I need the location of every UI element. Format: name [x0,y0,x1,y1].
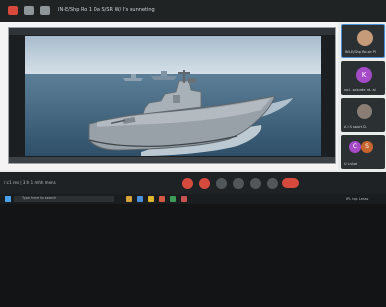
meeting-top-bar: IN-E/Shp Ro 1 0a S/SR W/ I's sunneting [0,0,386,22]
avatar [357,104,372,119]
meeting-screen: IN-E/Shp Ro 1 0a S/SR W/ I's sunneting I… [0,0,386,307]
avatar [357,30,373,46]
chrome-icon[interactable] [170,196,176,202]
avatar: C [349,141,361,153]
present-button[interactable] [233,178,244,189]
microphone-button[interactable] [182,178,193,189]
camera-button[interactable] [199,178,210,189]
participant-name: no.l. solurde rd. al [344,88,376,92]
record-icon[interactable] [8,6,18,15]
search-placeholder: Type here to search [22,196,57,200]
avatar: S [361,141,373,153]
warship-video-image [25,36,321,156]
meeting-controls: r:c1 res | 3:h 1 mhh mens [0,172,386,194]
info-icon[interactable] [40,6,50,15]
window-icon[interactable] [24,6,34,15]
office-icon[interactable] [159,196,165,202]
participant-name: INI-E/Shp Ro.se PI [345,50,376,54]
system-tray-text: IPL tqc Lesss [346,197,369,201]
video-window-footer [9,157,335,163]
windows-start-icon[interactable] [5,196,11,202]
meeting-title: IN-E/Shp Ro 1 0a S/SR W/ I's sunneting [58,7,155,13]
participant-name: U Lniue [344,162,358,166]
control-buttons [182,178,278,189]
window-controls [8,6,50,15]
end-call-button[interactable] [282,178,299,188]
more-options-button[interactable] [267,178,278,189]
participant-tile[interactable]: C S U Lniue [341,135,385,169]
participant-tile[interactable]: A I S sourt D. [341,98,385,132]
avatar: K [356,67,372,83]
windows-taskbar: Type here to search IPL tqc Lesss [0,194,386,204]
video-frame[interactable] [25,36,321,156]
lower-screen [0,204,386,307]
captions-button[interactable] [216,178,227,189]
media-icon[interactable] [181,196,187,202]
participant-tile[interactable]: K no.l. solurde rd. al [341,61,385,95]
files-icon[interactable] [148,196,154,202]
participants-panel: INI-E/Shp Ro.se PI K no.l. solurde rd. a… [339,22,386,172]
edge-icon[interactable] [137,196,143,202]
participant-name: A I S sourt D. [344,125,367,129]
taskbar-apps [126,196,187,202]
meeting-time-label: r:c1 res | 3:h 1 mhh mens [4,180,56,185]
raise-hand-button[interactable] [250,178,261,189]
participant-tile[interactable]: INI-E/Shp Ro.se PI [341,24,385,58]
folder-icon[interactable] [126,196,132,202]
video-window-header [9,28,335,35]
shared-video-window[interactable] [8,27,336,164]
